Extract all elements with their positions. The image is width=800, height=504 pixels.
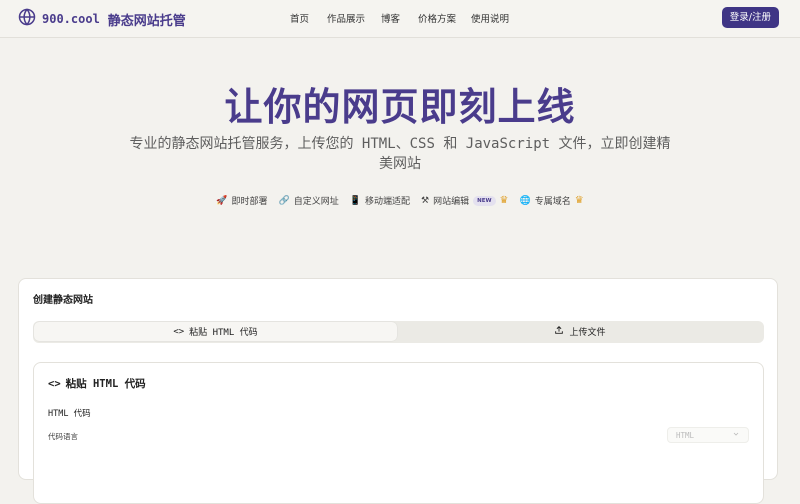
code-language-select[interactable]: HTML — [667, 427, 749, 443]
nav-pricing[interactable]: 价格方案 — [418, 11, 456, 25]
tab-upload-file[interactable]: 上传文件 — [398, 322, 762, 341]
feature-list: 🚀 即时部署 🔗 自定义网址 📱 移动端适配 ⚒ 网站编辑 NEW ♛ 🌐 专属… — [0, 194, 800, 207]
feature-label: 即时部署 — [231, 197, 268, 207]
paste-html-panel: <> 粘贴 HTML 代码 HTML 代码 代码语言 HTML — [33, 362, 764, 504]
feature-site-edit: ⚒ 网站编辑 NEW ♛ — [421, 194, 509, 207]
html-code-label: HTML 代码 — [48, 409, 91, 419]
new-badge: NEW — [473, 195, 496, 206]
tab-label: 上传文件 — [569, 328, 606, 338]
logo-name: 静态网站托管 — [107, 13, 186, 29]
logo-domain: 900.cool — [42, 12, 100, 26]
hero-title: 让你的网页即刻上线 — [224, 85, 576, 129]
tools-icon: ⚒ — [421, 195, 430, 206]
crown-icon: ♛ — [574, 195, 584, 206]
code-icon: <> — [48, 377, 61, 390]
feature-mobile: 📱 移动端适配 — [349, 194, 410, 208]
login-button[interactable]: 登录/注册 — [721, 7, 779, 28]
nav-guide[interactable]: 使用说明 — [471, 11, 509, 25]
panel-title-label: 粘贴 HTML 代码 — [65, 378, 146, 390]
site-header: 900.cool 静态网站托管 首页 作品展示 博客 价格方案 使用说明 登录/… — [0, 0, 800, 38]
feature-instant-deploy: 🚀 即时部署 — [216, 194, 268, 208]
tab-label: 粘贴 HTML 代码 — [189, 328, 258, 338]
nav-home[interactable]: 首页 — [290, 11, 309, 25]
tab-paste-html[interactable]: <> 粘贴 HTML 代码 — [34, 322, 397, 341]
panel-title: <> 粘贴 HTML 代码 — [48, 376, 146, 391]
code-language-label: 代码语言 — [48, 432, 78, 441]
feature-label: 自定义网址 — [293, 197, 339, 207]
nav-showcase[interactable]: 作品展示 — [327, 11, 365, 25]
source-tabs: <> 粘贴 HTML 代码 上传文件 — [33, 321, 764, 343]
feature-custom-domain: 🌐 专属域名 ♛ — [520, 194, 584, 207]
card-title: 创建静态网站 — [33, 295, 93, 306]
code-icon: <> — [173, 326, 185, 337]
upload-icon — [554, 325, 564, 338]
link-icon: 🔗 — [278, 195, 290, 206]
crown-icon: ♛ — [499, 195, 509, 206]
logo[interactable]: 900.cool 静态网站托管 — [18, 8, 186, 30]
feature-custom-url: 🔗 自定义网址 — [278, 194, 339, 208]
rocket-icon: 🚀 — [216, 195, 228, 206]
nav-blog[interactable]: 博客 — [381, 11, 400, 25]
globe-icon — [18, 8, 36, 30]
selected-language: HTML — [676, 430, 695, 440]
phone-icon: 📱 — [349, 195, 361, 206]
globe-icon: 🌐 — [519, 195, 531, 206]
feature-label: 网站编辑 — [433, 197, 470, 207]
feature-label: 专属域名 — [534, 197, 571, 207]
chevron-down-icon — [732, 430, 740, 440]
hero-subtitle: 专业的静态网站托管服务，上传您的 HTML、CSS 和 JavaScript 文… — [129, 136, 671, 172]
feature-label: 移动端适配 — [364, 197, 410, 207]
